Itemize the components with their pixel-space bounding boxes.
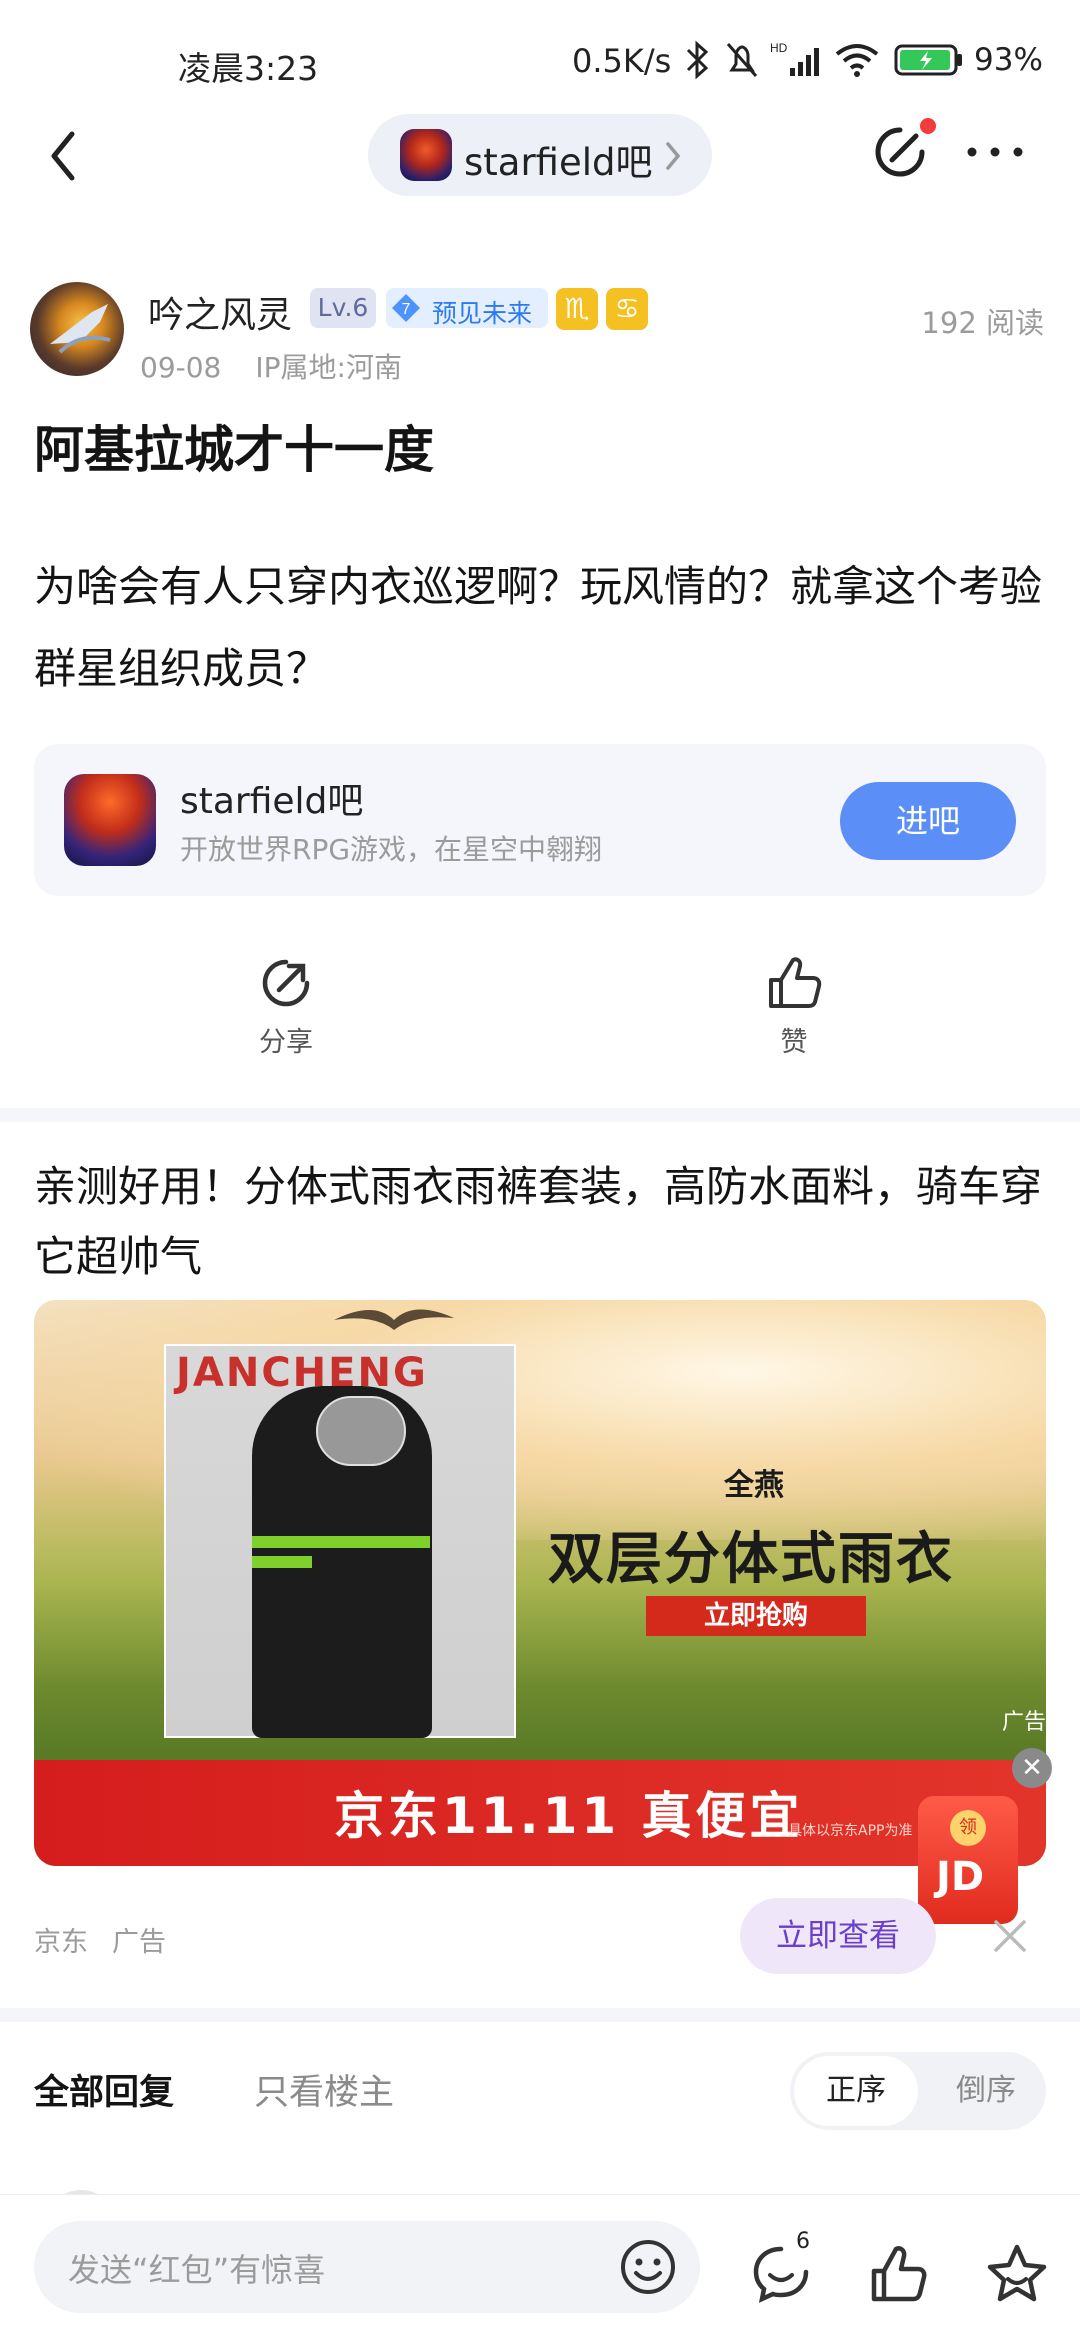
ad-headline: 双层分体式雨衣 [548, 1527, 954, 1592]
signal-icon: HD [770, 41, 819, 76]
forum-card-name: starfield吧 [180, 781, 364, 822]
ad-label: 广告 [112, 1927, 166, 1958]
status-time: 凌晨3:23 [178, 49, 319, 88]
badge-text: 预见未来 [432, 299, 533, 328]
jd-fineprint: 具体以京东APP为准 [788, 1823, 913, 1839]
post-meta: 09-08 IP属地:河南 [140, 346, 436, 386]
scorpio-badge-icon: ♏ [556, 288, 598, 330]
forum-card[interactable]: starfield吧 开放世界RPG游戏，在星空中翱翔 进吧 [34, 744, 1046, 896]
thumbs-up-icon [769, 957, 822, 1008]
notification-dot [920, 118, 936, 134]
share-label: 分享 [259, 1027, 313, 1058]
battery-icon [894, 44, 962, 76]
share-button[interactable]: 分享 [216, 952, 356, 1072]
post-title: 阿基拉城才十一度 [34, 421, 434, 479]
product-photo: JANCHENG [164, 1344, 516, 1738]
svg-text:HD: HD [770, 41, 788, 55]
reply-input-placeholder: 发送“红包”有惊喜 [68, 2251, 326, 2289]
view-now-button[interactable]: 立即查看 [740, 1898, 936, 1974]
diamond-icon: 7 [392, 294, 420, 322]
face-shield [316, 1396, 406, 1466]
author-name[interactable]: 吟之风灵 [148, 286, 292, 338]
reply-input[interactable]: 发送“红包”有惊喜 [34, 2221, 700, 2313]
tab-all-replies[interactable]: 全部回复 [34, 2064, 174, 2115]
author-avatar[interactable] [30, 282, 124, 376]
forum-avatar [400, 129, 452, 181]
ad-source-name: 京东 [34, 1927, 88, 1958]
like-label: 赞 [780, 1027, 808, 1058]
wifi-icon [835, 44, 879, 77]
forum-title-pill[interactable]: starfield吧 [368, 114, 712, 196]
bottom-bar: 发送“红包”有惊喜 6 [0, 2194, 1080, 2340]
forum-card-description: 开放世界RPG游戏，在星空中翱翔 [180, 833, 603, 866]
mute-bell-icon [726, 43, 758, 77]
jd-red-packet-float[interactable]: 领 JD [918, 1796, 1018, 1924]
eagle-avatar-image [50, 304, 111, 354]
eagle-icon [334, 1309, 454, 1330]
favorite-star-icon[interactable] [984, 2241, 1050, 2307]
sort-ascending[interactable]: 正序 [794, 2056, 918, 2126]
svg-text:7: 7 [402, 301, 411, 318]
network-speed: 0.5K/s [572, 42, 672, 80]
more-options-icon[interactable] [964, 140, 1026, 164]
enter-forum-button[interactable]: 进吧 [840, 782, 1016, 860]
emoji-icon[interactable] [618, 2237, 678, 2297]
back-arrow-icon[interactable] [40, 126, 88, 186]
jd-promo-bar: 京东11.11 真便宜 具体以京东APP为准 [34, 1760, 1046, 1866]
like-button[interactable]: 赞 [724, 952, 864, 1072]
tab-op-only[interactable]: 只看楼主 [254, 2064, 394, 2115]
status-bar: 凌晨3:23 0.5K/s HD 93% [0, 0, 1080, 120]
ad-buy-now: 立即抢购 [646, 1596, 866, 1636]
ad-source: 京东 广告 [34, 1920, 190, 1959]
jd-slogan: 京东11.11 真便宜 [334, 1787, 804, 1845]
like-bottom-icon[interactable] [866, 2241, 932, 2307]
post-content: 为啥会有人只穿内衣巡逻啊？玩风情的？就拿这个考验群星组织成员？ [34, 562, 1043, 693]
ad-brand: 全燕 [724, 1468, 784, 1503]
ad-title[interactable]: 亲测好用！分体式雨衣雨裤套装，高防水面料，骑车穿它超帅气 [34, 1152, 1044, 1292]
level-badge: Lv.6 [310, 288, 376, 328]
vision-badge: 7 预见未来 [386, 288, 548, 328]
section-divider [0, 1108, 1080, 1122]
forum-card-avatar [64, 774, 156, 866]
bluetooth-icon [686, 40, 709, 80]
chevron-right-icon [666, 142, 681, 170]
ad-banner-image[interactable]: JANCHENG 全燕 双层分体式雨衣 立即抢购 广告 京东11.11 真便宜 … [34, 1300, 1046, 1866]
sort-descending[interactable]: 倒序 [930, 2056, 1042, 2126]
ad-image-tag: 广告 [1002, 1710, 1046, 1735]
read-count: 192 阅读 [921, 306, 1044, 340]
post-date: 09-08 [140, 351, 222, 384]
ad-image-close-icon[interactable]: ✕ [1012, 1748, 1052, 1788]
section-divider-2 [0, 2008, 1080, 2022]
close-ad-icon[interactable] [988, 1914, 1032, 1958]
ip-location: IP属地:河南 [255, 351, 402, 384]
battery-percent: 93% [974, 42, 1043, 78]
cancer-badge-icon: ♋ [606, 288, 648, 330]
forum-title: starfield吧 [464, 141, 653, 184]
sort-toggle: 正序 倒序 [790, 2052, 1046, 2130]
comment-count: 6 [796, 2229, 810, 2254]
share-icon [262, 959, 310, 1007]
coin-icon: 领 [950, 1810, 986, 1846]
jd-logo: JD [936, 1854, 985, 1900]
